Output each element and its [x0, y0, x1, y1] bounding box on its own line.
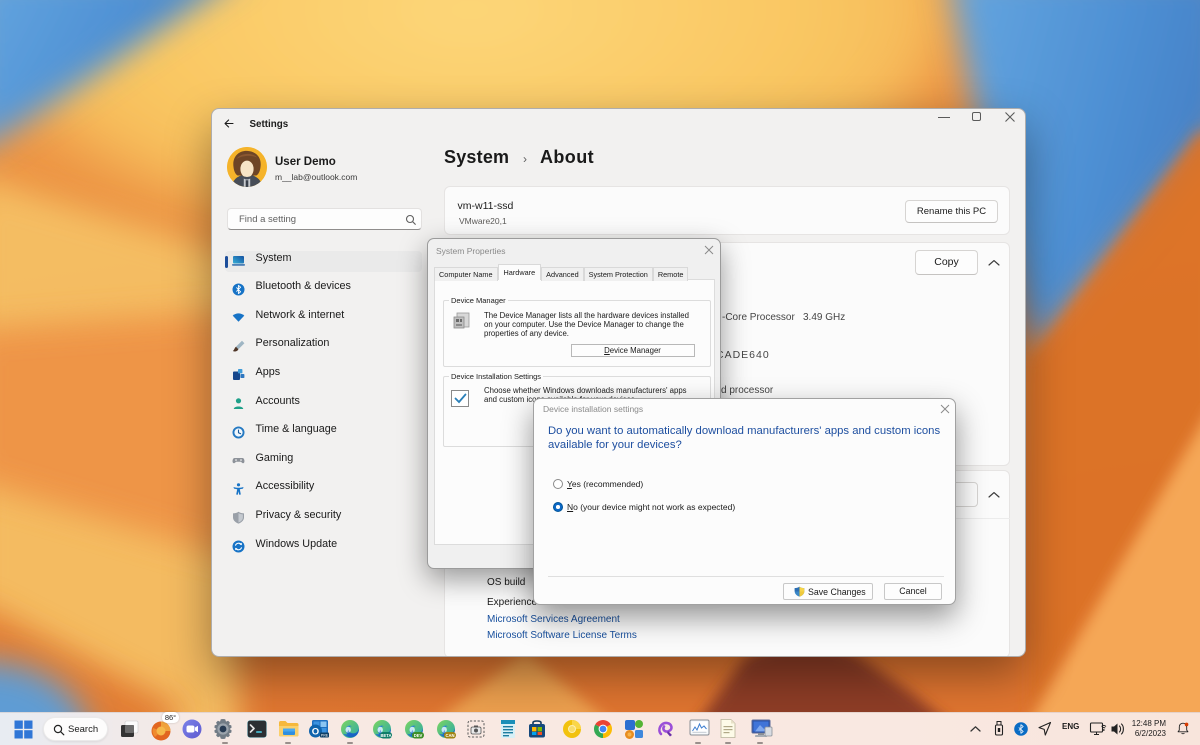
svg-text:PRE: PRE — [321, 734, 329, 738]
svg-text:BETA: BETA — [380, 733, 391, 738]
svg-text:CAN: CAN — [445, 733, 454, 738]
svg-text:O: O — [312, 727, 319, 738]
svg-text:DEV: DEV — [414, 733, 423, 738]
